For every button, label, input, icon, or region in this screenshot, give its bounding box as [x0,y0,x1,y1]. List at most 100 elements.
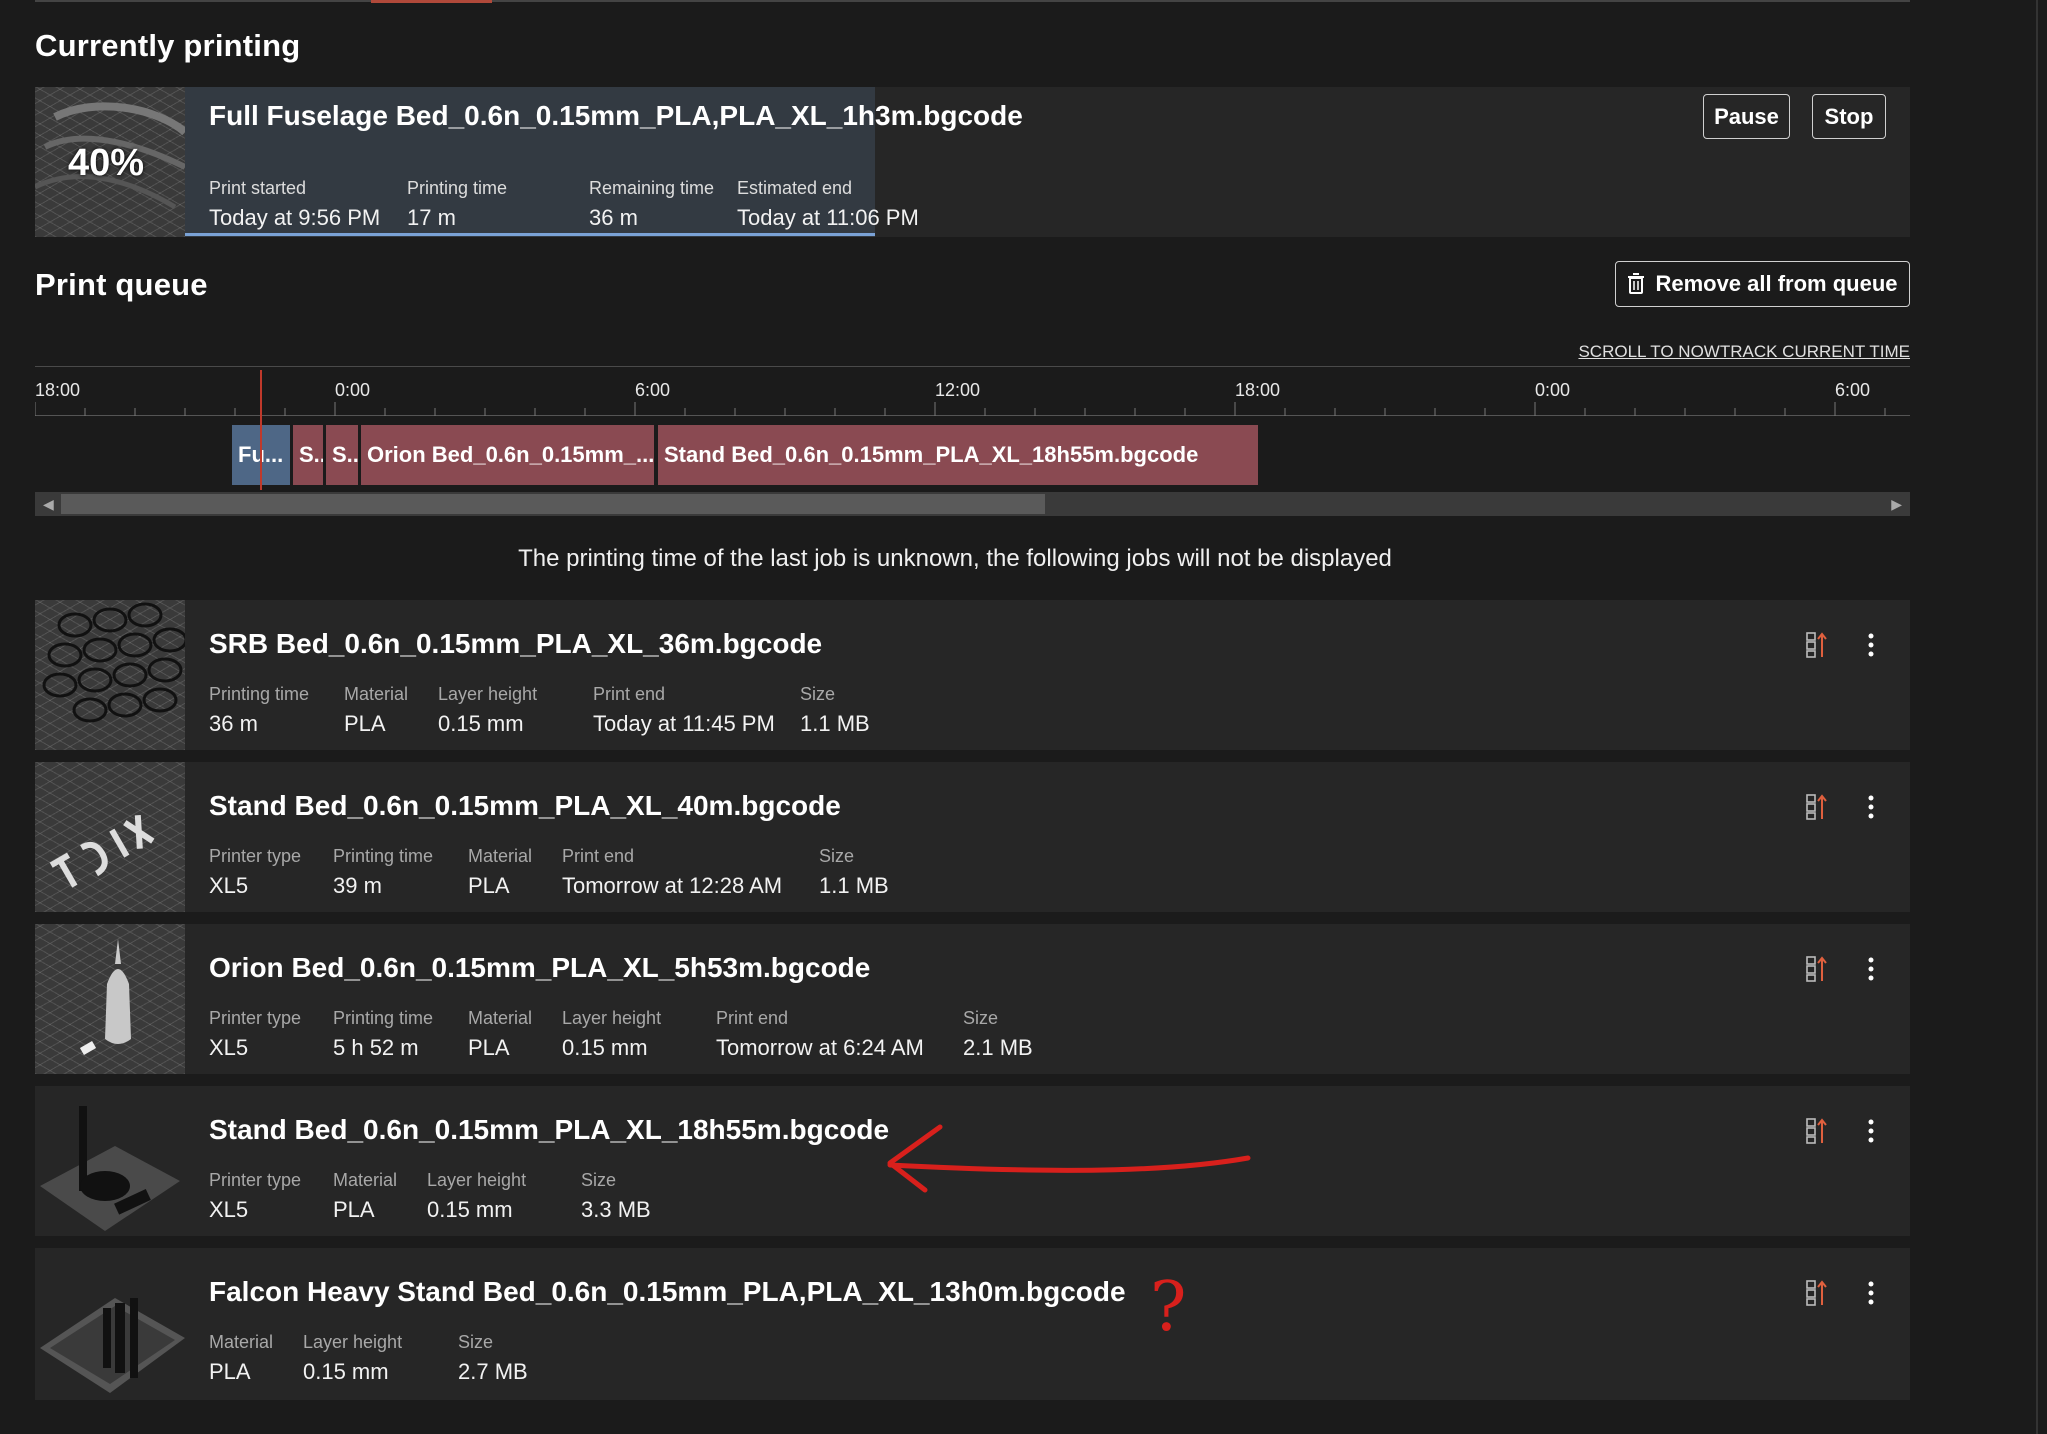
stat-label: Layer height [427,1170,527,1190]
more-vertical-icon[interactable] [1856,628,1886,662]
queue-item[interactable]: Falcon Heavy Stand Bed_0.6n_0.15mm_PLA,P… [35,1248,1910,1400]
stat-value: 0.15 mm [562,1035,648,1060]
stat-value: 1.1 MB [800,711,870,736]
move-to-top-icon[interactable] [1801,1114,1831,1148]
print-queue-heading: Print queue [35,267,208,302]
unknown-time-notice: The printing time of the last job is unk… [518,545,1392,572]
currently-printing-heading: Currently printing [35,28,301,63]
stat-value: PLA [344,711,386,736]
stat-value: 0.15 mm [438,711,524,736]
more-vertical-icon[interactable] [1856,790,1886,824]
stat-value: PLA [209,1359,251,1384]
remaining-time-label: Remaining time [589,178,715,198]
print-progress-line [185,233,875,236]
trash-icon [1627,273,1645,295]
stat-label: Print end [716,1008,789,1028]
timeline-job[interactable]: Orion Bed_0.6n_0.15mm_... [361,425,654,485]
stat-label: Print end [593,684,666,704]
queue-item-file-name: Falcon Heavy Stand Bed_0.6n_0.15mm_PLA,P… [209,1276,1126,1307]
remaining-time-value: 36 m [589,205,638,230]
stat-label: Material [344,684,409,704]
stat-value: 1.1 MB [819,873,889,898]
stat-value: XL5 [209,1035,249,1060]
question-mark-annotation: ? [1150,1268,1187,1347]
stat-value: PLA [468,1035,510,1060]
queue-item-thumbnail [35,1248,185,1398]
print-started-value: Today at 9:56 PM [209,205,381,230]
move-to-top-icon[interactable] [1801,1276,1831,1310]
stat-label: Material [468,846,533,866]
timeline-top-border [35,366,1910,367]
stat-value: 2.7 MB [458,1359,528,1384]
stat-value: 0.15 mm [427,1197,513,1222]
queue-item[interactable]: Orion Bed_0.6n_0.15mm_PLA_XL_5h53m.bgcod… [35,924,1910,1074]
stat-value: 5 h 52 m [333,1035,419,1060]
queue-item-file-name: Stand Bed_0.6n_0.15mm_PLA_XL_18h55m.bgco… [209,1114,890,1145]
queue-item[interactable]: SRB Bed_0.6n_0.15mm_PLA_XL_36m.bgcode Pr… [35,600,1910,750]
timeline-tick-label: 18:00 [1235,380,1281,400]
printing-time-label: Printing time [407,178,508,198]
stat-label: Printer type [209,846,302,866]
timeline-ticks [35,402,1910,416]
stat-label: Material [209,1332,274,1352]
remove-all-label: Remove all from queue [1655,271,1898,296]
queue-item-thumbnail [35,762,185,912]
timeline-tick-label: 0:00 [1535,380,1571,400]
scroll-right-arrow-icon[interactable]: ▶ [1891,496,1902,513]
more-vertical-icon[interactable] [1856,1114,1886,1148]
current-file-name: Full Fuselage Bed_0.6n_0.15mm_PLA,PLA_XL… [209,100,1023,131]
timeline-tick-label: 6:00 [1835,380,1871,400]
more-vertical-icon[interactable] [1856,952,1886,986]
move-to-top-icon[interactable] [1801,628,1831,662]
scroll-to-now-link[interactable]: SCROLL TO NOWTRACK CURRENT TIME [1578,342,1910,362]
move-to-top-icon[interactable] [1801,790,1831,824]
stat-value: 2.1 MB [963,1035,1033,1060]
remove-all-from-queue-button[interactable]: Remove all from queue [1615,261,1910,307]
queue-item-file-name: Stand Bed_0.6n_0.15mm_PLA_XL_40m.bgcode [209,790,841,821]
estimated-end-label: Estimated end [737,178,853,198]
timeline-job[interactable]: S... [293,425,323,485]
red-arrow-annotation [887,1124,1251,1193]
stat-label: Printing time [333,846,434,866]
timeline-tick-label: 6:00 [635,380,671,400]
timeline-job[interactable]: S... [326,425,358,485]
timeline-tick-label: 12:00 [935,380,981,400]
queue-item[interactable]: Stand Bed_0.6n_0.15mm_PLA_XL_40m.bgcode … [35,762,1910,912]
queue-item-thumbnail [35,924,185,1074]
stat-value: 3.3 MB [581,1197,651,1222]
queue-item-thumbnail [35,1086,185,1236]
queue-item-file-name: SRB Bed_0.6n_0.15mm_PLA_XL_36m.bgcode [209,628,823,659]
more-vertical-icon[interactable] [1856,1276,1886,1310]
scroll-left-arrow-icon[interactable]: ◀ [43,496,54,513]
stat-value: Today at 11:45 PM [593,711,775,736]
stat-label: Printing time [209,684,310,704]
stat-label: Layer height [303,1332,403,1352]
stat-label: Printing time [333,1008,434,1028]
stat-label: Material [333,1170,398,1190]
current-time-marker [260,370,262,490]
stat-label: Printer type [209,1008,302,1028]
queue-item-file-name: Orion Bed_0.6n_0.15mm_PLA_XL_5h53m.bgcod… [209,952,871,983]
stat-label: Size [458,1332,494,1352]
stat-label: Printer type [209,1170,302,1190]
timeline-job[interactable]: Stand Bed_0.6n_0.15mm_PLA_XL_18h55m.bgco… [658,425,1258,485]
pause-button[interactable]: Pause [1703,94,1790,139]
stat-label: Size [581,1170,617,1190]
stat-value: PLA [333,1197,375,1222]
stat-value: PLA [468,873,510,898]
print-started-label: Print started [209,178,307,198]
page-scrollbar[interactable] [2036,0,2038,1434]
stat-label: Layer height [438,684,538,704]
move-to-top-icon[interactable] [1801,952,1831,986]
stop-button[interactable]: Stop [1812,94,1886,139]
scrollbar-thumb[interactable] [61,494,1045,514]
timeline-tick-label: 18:00 [35,380,81,400]
top-tab-bar [35,0,1910,3]
stat-value: 36 m [209,711,258,736]
timeline-horizontal-scrollbar[interactable]: ◀ ▶ [35,492,1910,516]
stat-label: Size [800,684,836,704]
stat-label: Print end [562,846,635,866]
printing-time-value: 17 m [407,205,456,230]
stat-label: Material [468,1008,533,1028]
stat-value: XL5 [209,1197,249,1222]
